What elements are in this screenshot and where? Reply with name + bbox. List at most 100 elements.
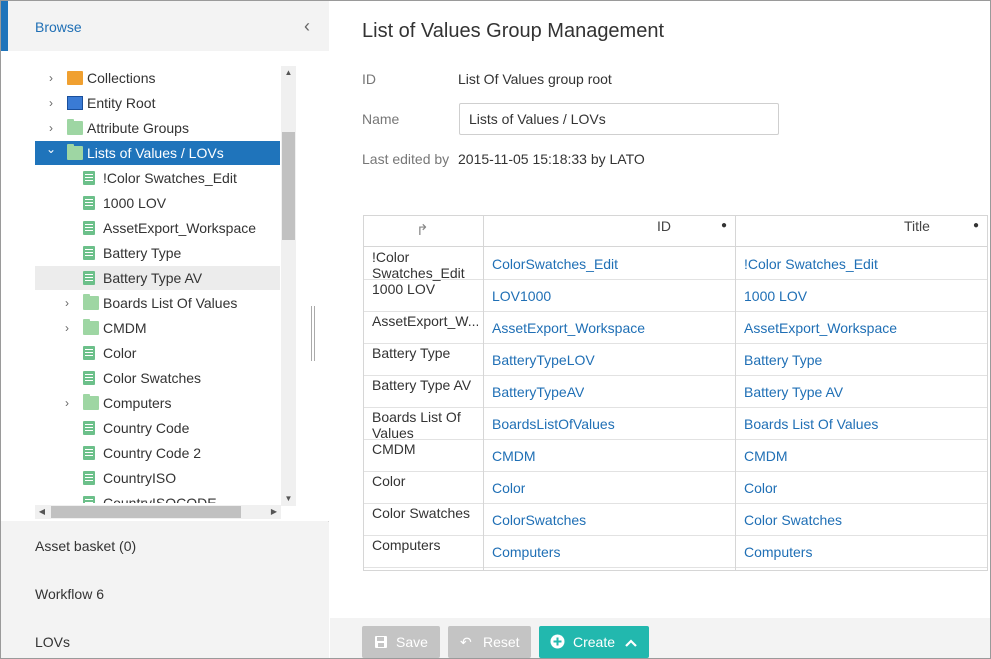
chevron-right-icon[interactable]: › [61, 391, 73, 415]
tree-item[interactable]: › Entity Root [1, 91, 281, 115]
table-row[interactable]: !Color Swatches_Edit ColorSwatches_Edit !C… [364, 248, 987, 281]
table-row[interactable]: Battery Type BatteryTypeLOV Battery Type [364, 344, 987, 376]
table-row[interactable]: CMDM CMDM CMDM [364, 440, 987, 472]
browse-header[interactable]: Browse ‹ [1, 1, 329, 51]
accordion-workflow[interactable]: Workflow 6 [1, 570, 329, 618]
hscroll-thumb[interactable] [51, 506, 241, 518]
action-footer: Save ↶ Reset Create [330, 618, 990, 658]
scroll-right-icon[interactable]: ▶ [267, 505, 281, 519]
entity-icon [67, 96, 83, 110]
last-edited-value: 2015-11-05 15:18:33 by LATO [458, 151, 645, 167]
reset-button[interactable]: ↶ Reset [448, 626, 531, 658]
folder-icon [83, 319, 99, 335]
plus-circle-icon [550, 626, 565, 658]
tree-viewport: › Collections › Entity Root › Attribute Group… [1, 66, 281, 503]
browse-title[interactable]: Browse [35, 19, 82, 35]
table-row[interactable]: Color Color Color [364, 472, 987, 504]
left-panel: Browse ‹ › Collections › Entity Root › Attrib… [1, 1, 329, 658]
tree-vertical-scrollbar[interactable]: ▲ ▼ [281, 66, 296, 506]
tree-item[interactable]: › Attribute Groups [1, 116, 281, 140]
browse-tree: › Collections › Entity Root › Attribute Group… [1, 51, 329, 521]
folder-icon [83, 294, 99, 310]
reset-label: Reset [483, 634, 520, 650]
tree-item-label: Color [103, 345, 137, 361]
row-key: AssetExport_W... [372, 313, 478, 329]
scroll-left-icon[interactable]: ◀ [35, 505, 49, 519]
collapse-panel-icon[interactable]: ‹ [299, 16, 315, 36]
tree-item[interactable]: Battery Type AV [35, 266, 280, 290]
id-value: List Of Values group root [458, 71, 612, 87]
list-icon [83, 196, 95, 210]
accordion-asset-basket-label: Asset basket (0) [35, 538, 137, 554]
tree-item[interactable]: Battery Type [1, 241, 281, 265]
table-row[interactable]: Computers Computers Computers [364, 536, 987, 570]
column-menu-title-icon[interactable]: ● [973, 220, 979, 231]
table-row[interactable]: AssetExport_W... AssetExport_Workspace Ass… [364, 312, 987, 344]
page-title: List of Values Group Management [362, 20, 665, 42]
tree-item[interactable]: Country Code [1, 416, 281, 440]
tree-item[interactable]: Country Code 2 [1, 441, 281, 465]
tree-item[interactable]: › Boards List Of Values [1, 291, 281, 315]
tree-item-label: Country Code 2 [103, 445, 202, 461]
list-icon [83, 471, 95, 485]
row-id-link[interactable]: Computers [492, 544, 560, 570]
list-icon [83, 221, 95, 235]
table-row[interactable]: Color Swatches ColorSwatches Color Swatche… [364, 504, 987, 536]
scroll-down-icon[interactable]: ▼ [281, 492, 296, 506]
tree-item-label: CMDM [103, 320, 147, 336]
tree-item[interactable]: 1000 LOV [1, 191, 281, 215]
name-input[interactable] [459, 103, 779, 135]
table-row[interactable]: Boards List Of Values BoardsListOfValues B… [364, 408, 987, 441]
tree-item[interactable]: !Color Swatches_Edit [1, 166, 281, 190]
undo-icon: ↶ [460, 634, 472, 650]
tree-item[interactable]: › CMDM [1, 316, 281, 340]
list-icon [83, 246, 95, 260]
tree-item[interactable]: › Computers [1, 391, 281, 415]
tree-item[interactable]: AssetExport_Workspace [1, 216, 281, 240]
tree-item[interactable]: › Collections [1, 66, 281, 90]
row-key: Computers [372, 537, 441, 553]
row-key: Battery Type AV [372, 377, 472, 393]
name-label: Name [362, 111, 400, 127]
row-title-link[interactable]: Computers [744, 544, 812, 570]
folder-icon [83, 394, 99, 410]
list-icon [83, 371, 95, 385]
folder-icon [67, 119, 83, 135]
column-menu-id-icon[interactable]: ● [721, 220, 727, 231]
list-icon [83, 496, 95, 503]
accordion-lovs[interactable]: LOVs [1, 618, 329, 658]
browse-accent-bar [1, 1, 8, 51]
tree-item[interactable]: Color [1, 341, 281, 365]
table-row[interactable]: Battery Type AV BatteryTypeAV Battery Type… [364, 376, 987, 408]
chevron-up-icon [625, 626, 637, 658]
save-icon [374, 626, 388, 658]
column-header-id[interactable]: ID [657, 218, 671, 234]
tree-item[interactable]: CountryISOCODE [1, 491, 281, 503]
create-button[interactable]: Create [539, 626, 649, 658]
save-button[interactable]: Save [362, 626, 440, 658]
scroll-up-icon[interactable]: ▲ [281, 66, 296, 80]
chevron-right-icon[interactable]: › [61, 316, 73, 340]
save-label: Save [396, 634, 428, 650]
tree-item[interactable]: ⌄ Lists of Values / LOVs [35, 141, 280, 165]
column-header-title[interactable]: Title [904, 218, 930, 234]
list-icon [83, 171, 95, 185]
row-key: Color Swatches [372, 505, 471, 521]
row-key: 1000 LOV [372, 281, 436, 297]
tree-item-label: CountryISO [103, 470, 177, 486]
scroll-thumb[interactable] [282, 132, 295, 240]
chevron-right-icon[interactable]: › [45, 66, 57, 90]
panel-resize-handle[interactable] [311, 306, 317, 361]
accordion-asset-basket[interactable]: Asset basket (0) [1, 522, 329, 570]
tree-item[interactable]: CountryISO [1, 466, 281, 490]
row-key: Battery Type [372, 345, 451, 361]
table-row[interactable]: 1000 LOV LOV1000 1000 LOV [364, 280, 987, 312]
list-icon [83, 421, 95, 435]
return-icon[interactable]: ↱ [416, 223, 432, 239]
chevron-right-icon[interactable]: › [45, 91, 57, 115]
tree-horizontal-scrollbar[interactable]: ◀ ▶ [35, 505, 281, 519]
chevron-right-icon[interactable]: › [61, 291, 73, 315]
chevron-down-icon[interactable]: ⌄ [45, 137, 57, 161]
tree-item-label: !Color Swatches_Edit [103, 170, 237, 186]
tree-item[interactable]: Color Swatches [1, 366, 281, 390]
